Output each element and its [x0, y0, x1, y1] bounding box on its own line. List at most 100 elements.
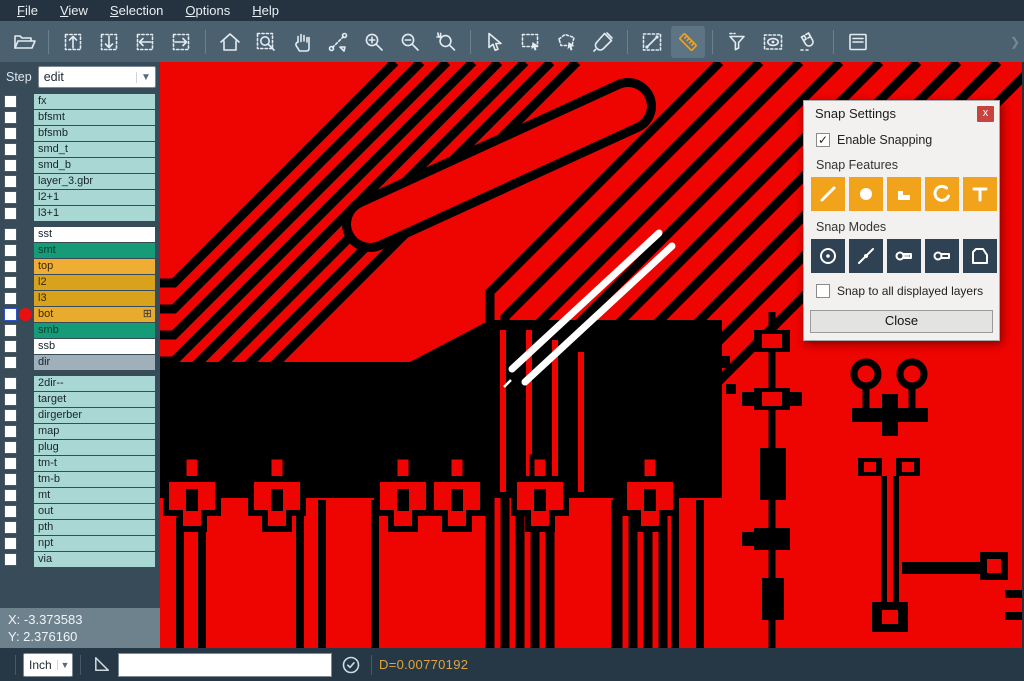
snap-arc-icon[interactable]: [925, 177, 959, 211]
poly-select-icon[interactable]: [550, 26, 584, 58]
layer-name[interactable]: smb: [34, 323, 155, 338]
layer-visibility-checkbox[interactable]: [4, 340, 17, 353]
layer-name[interactable]: bfsmb: [34, 126, 155, 141]
brush-icon[interactable]: [586, 26, 620, 58]
layer-visibility-checkbox[interactable]: [4, 127, 17, 140]
layer-visibility-checkbox[interactable]: [4, 308, 17, 321]
layer-visibility-checkbox[interactable]: [4, 441, 17, 454]
ruler-icon[interactable]: [671, 26, 705, 58]
zoom-previous-icon[interactable]: [429, 26, 463, 58]
layer-visibility-checkbox[interactable]: [4, 553, 17, 566]
layer-name[interactable]: 2dir--: [34, 376, 155, 391]
layer-row-layer_3.gbr[interactable]: layer_3.gbr: [0, 174, 160, 189]
layer-visibility-checkbox[interactable]: [4, 537, 17, 550]
rect-select-icon[interactable]: [514, 26, 548, 58]
zoom-out-icon[interactable]: [393, 26, 427, 58]
layer-visibility-checkbox[interactable]: [4, 473, 17, 486]
apply-check-icon[interactable]: [338, 655, 364, 675]
layer-name[interactable]: smd_t: [34, 142, 155, 157]
home-icon[interactable]: [213, 26, 247, 58]
layer-visibility-checkbox[interactable]: [4, 377, 17, 390]
close-button[interactable]: Close: [810, 310, 993, 333]
view-filter-eye-icon[interactable]: [756, 26, 790, 58]
layer-name[interactable]: bfsmt: [34, 110, 155, 125]
layer-row-sst[interactable]: sst: [0, 227, 160, 242]
select-arrow-icon[interactable]: [478, 26, 512, 58]
layer-name[interactable]: bot⊞: [34, 307, 155, 322]
layer-visibility-checkbox[interactable]: [4, 228, 17, 241]
menu-file[interactable]: File: [6, 0, 49, 21]
zoom-in-icon[interactable]: [357, 26, 391, 58]
units-select[interactable]: Inch ▼: [23, 653, 73, 677]
layer-visibility-checkbox[interactable]: [4, 159, 17, 172]
toolbar-overflow-chevron[interactable]: ❯: [1010, 35, 1020, 49]
snap-magnet-icon[interactable]: [792, 26, 826, 58]
layer-name[interactable]: ssb: [34, 339, 155, 354]
snap-pad-icon[interactable]: [849, 177, 883, 211]
layer-name[interactable]: npt: [34, 536, 155, 551]
layer-visibility-checkbox[interactable]: [4, 276, 17, 289]
move-left-icon[interactable]: [128, 26, 162, 58]
transform-icon[interactable]: [321, 26, 355, 58]
layer-visibility-checkbox[interactable]: [4, 521, 17, 534]
enable-snapping-checkbox[interactable]: ✓: [816, 133, 830, 147]
layer-row-bfsmb[interactable]: bfsmb: [0, 126, 160, 141]
layer-visibility-checkbox[interactable]: [4, 260, 17, 273]
layer-row-dirgerber[interactable]: dirgerber: [0, 408, 160, 423]
snap-pad-entry-icon[interactable]: [887, 239, 921, 273]
filter-icon[interactable]: [720, 26, 754, 58]
layer-row-bot[interactable]: bot⊞: [0, 307, 160, 322]
layer-name[interactable]: plug: [34, 440, 155, 455]
move-up-icon[interactable]: [56, 26, 90, 58]
layer-name[interactable]: sst: [34, 227, 155, 242]
measure-icon[interactable]: [635, 26, 669, 58]
snap-contour-icon[interactable]: [963, 239, 997, 273]
layer-name[interactable]: smd_b: [34, 158, 155, 173]
layer-visibility-checkbox[interactable]: [4, 505, 17, 518]
layer-row-2dir--[interactable]: 2dir--: [0, 376, 160, 391]
layer-visibility-checkbox[interactable]: [4, 489, 17, 502]
close-icon[interactable]: x: [977, 106, 994, 122]
layer-row-via[interactable]: via: [0, 552, 160, 567]
layer-visibility-checkbox[interactable]: [4, 207, 17, 220]
layer-visibility-checkbox[interactable]: [4, 393, 17, 406]
layer-row-pth[interactable]: pth: [0, 520, 160, 535]
move-down-icon[interactable]: [92, 26, 126, 58]
layer-row-out[interactable]: out: [0, 504, 160, 519]
snap-slot-icon[interactable]: [925, 239, 959, 273]
layer-visibility-checkbox[interactable]: [4, 292, 17, 305]
layer-name[interactable]: top: [34, 259, 155, 274]
step-select[interactable]: edit ▼: [38, 66, 156, 88]
layer-visibility-checkbox[interactable]: [4, 191, 17, 204]
layer-name[interactable]: target: [34, 392, 155, 407]
layer-row-smb[interactable]: smb: [0, 323, 160, 338]
layer-row-l2[interactable]: l2: [0, 275, 160, 290]
layer-name[interactable]: pth: [34, 520, 155, 535]
layer-visibility-checkbox[interactable]: [4, 425, 17, 438]
layer-row-l3[interactable]: l3: [0, 291, 160, 306]
pan-hand-icon[interactable]: [285, 26, 319, 58]
snap-all-layers-checkbox[interactable]: [816, 284, 830, 298]
layer-row-target[interactable]: target: [0, 392, 160, 407]
layer-name[interactable]: layer_3.gbr: [34, 174, 155, 189]
menu-help[interactable]: Help: [241, 0, 290, 21]
layer-name[interactable]: mt: [34, 488, 155, 503]
layer-row-tm-b[interactable]: tm-b: [0, 472, 160, 487]
snap-closest-icon[interactable]: [849, 239, 883, 273]
layer-name[interactable]: fx: [34, 94, 155, 109]
layer-name[interactable]: dirgerber: [34, 408, 155, 423]
snap-line-icon[interactable]: [811, 177, 845, 211]
layer-name[interactable]: via: [34, 552, 155, 567]
layer-row-l3+1[interactable]: l3+1: [0, 206, 160, 221]
snap-center-icon[interactable]: [811, 239, 845, 273]
layers-panel-icon[interactable]: [841, 26, 875, 58]
layer-visibility-checkbox[interactable]: [4, 457, 17, 470]
layer-visibility-checkbox[interactable]: [4, 409, 17, 422]
command-input[interactable]: [118, 653, 332, 677]
layer-name[interactable]: smt: [34, 243, 155, 258]
move-right-icon[interactable]: [164, 26, 198, 58]
layer-row-top[interactable]: top: [0, 259, 160, 274]
snap-text-icon[interactable]: [963, 177, 997, 211]
layer-row-tm-t[interactable]: tm-t: [0, 456, 160, 471]
layer-name[interactable]: l3: [34, 291, 155, 306]
